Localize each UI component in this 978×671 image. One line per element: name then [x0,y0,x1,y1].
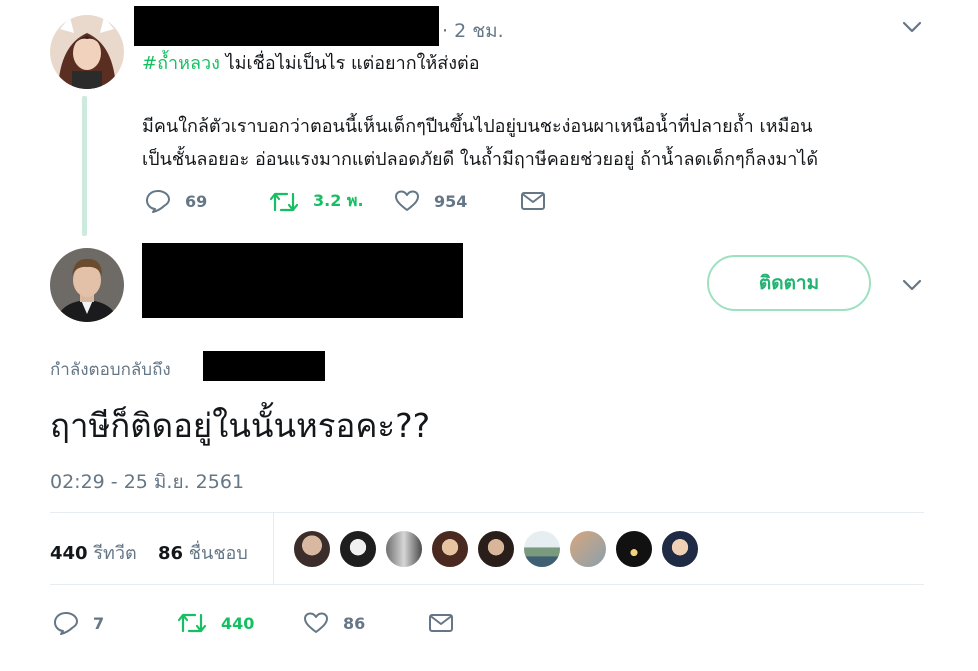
reply-icon [145,189,171,213]
author-name-redacted [134,6,439,46]
like-stats[interactable]: 86 ชื่นชอบ [158,538,248,567]
retweet-action[interactable]: 440 [177,611,254,635]
like-count: 954 [434,191,468,211]
retweet-count: 3.2 พ. [313,191,364,210]
replying-to-label: กำลังตอบกลับถึง [50,360,171,380]
tweet-body-line1: มีคนใกล้ตัวเราบอกว่าตอนนี้เห็นเด็กๆปีนขึ… [142,116,813,137]
retweet-count: 440 [221,613,255,633]
like-action[interactable]: 954 [394,189,467,213]
stats-divider [273,512,274,584]
liker-avatar[interactable] [430,529,470,569]
replying-to-handle-redacted[interactable] [203,351,325,381]
heart-icon [303,611,329,635]
liker-avatar[interactable] [660,529,700,569]
retweets-number: 440 [50,543,88,564]
reply-icon [53,611,79,635]
heart-icon [394,189,420,213]
author-name-redacted [142,243,463,318]
author-avatar[interactable] [50,15,124,89]
reply-count: 69 [185,191,208,211]
divider [50,512,924,513]
author-avatar[interactable] [50,248,124,322]
retweet-icon [269,190,299,214]
tweet-text: ฤาษีก็ติดอยู่ในนั้นหรอคะ?? [50,406,431,445]
chevron-down-icon[interactable] [902,279,922,291]
retweet-icon [177,611,207,635]
reply-action[interactable]: 69 [145,189,207,213]
tweet-timestamp[interactable]: 02:29 - 25 มิ.ย. 2561 [50,467,244,497]
liker-avatar[interactable] [292,529,332,569]
envelope-icon[interactable] [428,612,454,634]
reply-action[interactable]: 7 [53,611,104,635]
liker-avatar[interactable] [384,529,424,569]
tweet-time[interactable]: · 2 ชม. [442,16,504,46]
like-count: 86 [343,613,366,633]
likes-label: ชื่นชอบ [188,543,248,564]
liker-avatar[interactable] [614,529,654,569]
retweet-stats[interactable]: 440 รีทวีต [50,538,137,567]
divider [50,584,924,585]
follow-button[interactable]: ติดตาม [707,255,871,311]
liker-avatar[interactable] [522,529,562,569]
liker-avatar[interactable] [338,529,378,569]
liker-avatar[interactable] [568,529,608,569]
retweet-action[interactable]: 3.2 พ. [269,189,364,214]
like-action[interactable]: 86 [303,611,365,635]
tweet-text-rest: ไม่เชื่อไม่เป็นไร แต่อยากให้ส่งต่อ [219,53,480,74]
liker-avatars [292,529,700,569]
chevron-down-icon[interactable] [902,21,922,33]
reply-count: 7 [93,613,105,633]
hashtag-link[interactable]: #ถ้ำหลวง [142,53,220,74]
thread-line [82,96,87,236]
retweets-label: รีทวีต [93,543,137,564]
liker-avatar[interactable] [476,529,516,569]
likes-number: 86 [158,543,184,564]
envelope-icon[interactable] [520,190,546,212]
tweet-body-line2: เป็นชั้นลอยอะ อ่อนแรงมากแต่ปลอดภัยดี ในถ… [142,149,819,170]
tweet-text-line1: #ถ้ำหลวง ไม่เชื่อไม่เป็นไร แต่อยากให้ส่ง… [142,48,480,77]
